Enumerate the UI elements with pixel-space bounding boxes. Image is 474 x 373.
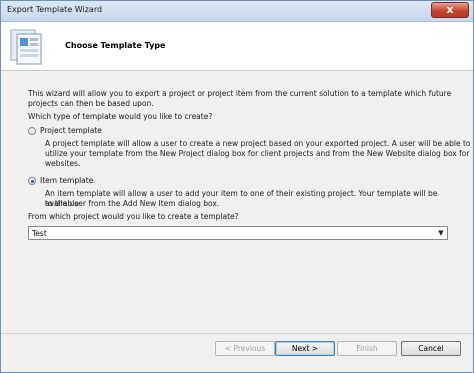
wizard-header: Choose Template Type (1, 22, 473, 71)
project-select-label: From which project would you like to cre… (28, 212, 239, 221)
project-template-label[interactable]: Project template (40, 126, 102, 136)
template-type-question: Which type of template would you like to… (28, 112, 213, 121)
project-template-desc-1: A project template will allow a user to … (45, 139, 471, 148)
finish-button[interactable]: Finish (337, 341, 397, 356)
title-bar[interactable]: Export Template Wizard x (1, 1, 473, 22)
wizard-template-icon (10, 29, 42, 65)
intro-text-line-1: This wizard will allow you to export a p… (28, 89, 452, 98)
project-template-radio[interactable] (28, 127, 36, 135)
item-template-radio[interactable] (28, 177, 36, 185)
item-template-label[interactable]: Item template (40, 176, 93, 186)
close-button[interactable]: x (431, 2, 469, 18)
window-title: Export Template Wizard (7, 5, 103, 14)
footer-divider (1, 333, 473, 334)
project-template-desc-3: websites. (45, 159, 81, 168)
project-template-desc-2: utilize your template from the New Proje… (45, 149, 470, 158)
cancel-button[interactable]: Cancel (401, 341, 461, 356)
next-button[interactable]: Next > (275, 341, 335, 356)
dropdown-arrow-icon[interactable]: ▼ (435, 227, 447, 239)
project-select[interactable]: Test ▼ (28, 226, 448, 240)
previous-button[interactable]: < Previous (215, 341, 275, 356)
page-title: Choose Template Type (65, 41, 166, 50)
wizard-content: This wizard will allow you to export a p… (1, 71, 473, 333)
intro-text-line-2: projects can then be based upon. (28, 99, 154, 108)
close-icon: x (446, 3, 454, 16)
project-select-value: Test (32, 229, 47, 238)
export-template-wizard-window: Export Template Wizard x Choose Template… (0, 0, 474, 373)
item-template-desc-2: to the user from the Add New Item dialog… (45, 199, 220, 208)
